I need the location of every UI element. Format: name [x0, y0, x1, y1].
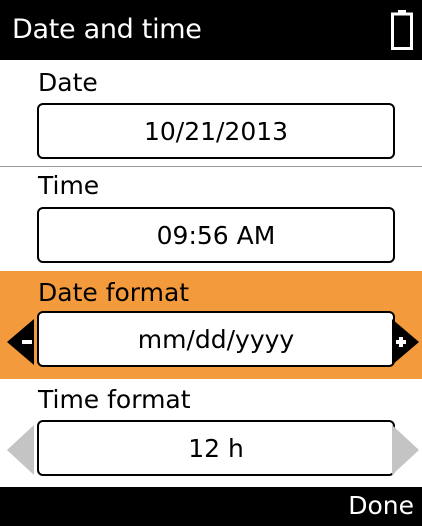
page-title: Date and time [12, 14, 202, 45]
time-format-field[interactable]: 12 h [37, 420, 395, 476]
time-field[interactable]: 09:56 AM [37, 207, 395, 263]
left-arrow-icon[interactable] [4, 423, 36, 477]
time-label: Time [38, 171, 100, 200]
left-arrow-icon[interactable] [4, 317, 36, 367]
date-section: Date 10/21/2013 [0, 60, 422, 165]
date-format-label: Date format [38, 278, 190, 307]
right-arrow-icon[interactable] [390, 423, 422, 477]
title-bar: Date and time [0, 0, 422, 60]
date-format-field[interactable]: mm/dd/yyyy [37, 311, 395, 367]
battery-icon [391, 10, 413, 50]
right-arrow-icon[interactable] [390, 317, 422, 367]
time-format-label: Time format [38, 385, 191, 414]
date-field[interactable]: 10/21/2013 [37, 103, 395, 159]
date-format-section[interactable]: Date format mm/dd/yyyy [0, 271, 422, 379]
bottom-bar: Done [0, 487, 422, 526]
date-label: Date [38, 68, 98, 97]
time-format-section: Time format 12 h [0, 379, 422, 487]
time-section: Time 09:56 AM [0, 167, 422, 271]
done-button[interactable]: Done [348, 489, 414, 523]
